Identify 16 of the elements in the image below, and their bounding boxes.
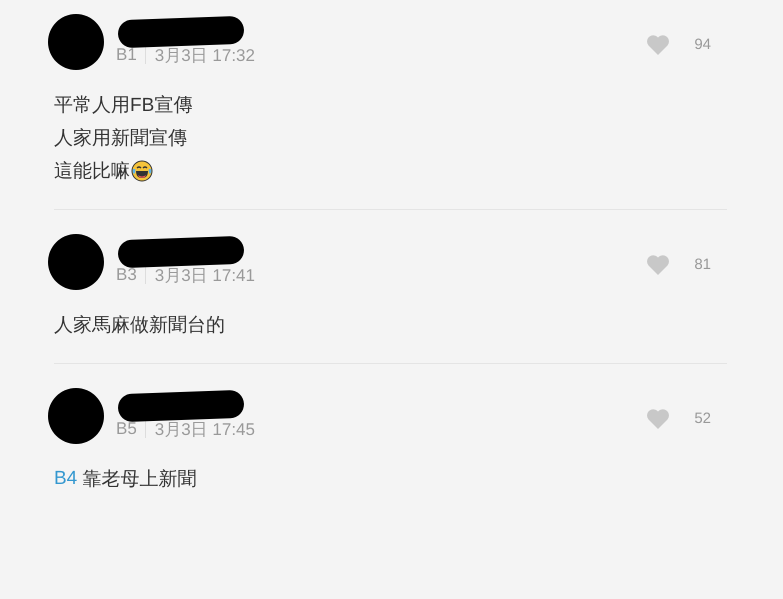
floor-number: B3 bbox=[116, 266, 146, 284]
laughing-tears-emoji-icon bbox=[131, 160, 153, 182]
floor-link[interactable]: B4 bbox=[54, 468, 78, 490]
comment-text: 人家用新聞宣傳 bbox=[54, 126, 187, 150]
floor-number: B1 bbox=[116, 46, 146, 64]
like-count: 52 bbox=[694, 410, 711, 426]
comment-text: 人家馬麻做新聞台的 bbox=[54, 314, 225, 338]
comment-time: 3月3日 17:32 bbox=[154, 44, 255, 66]
comment-text: 這能比嘛 bbox=[54, 160, 130, 184]
floor-number: B5 bbox=[116, 420, 146, 438]
comment-time: 3月3日 17:45 bbox=[154, 418, 255, 440]
like-count: 94 bbox=[694, 36, 711, 52]
comment-time: 3月3日 17:41 bbox=[154, 264, 255, 286]
comment-text: 靠老母上新聞 bbox=[82, 468, 197, 492]
comment-text: 平常人用FB宣傳 bbox=[54, 94, 192, 118]
like-count: 81 bbox=[694, 256, 711, 272]
